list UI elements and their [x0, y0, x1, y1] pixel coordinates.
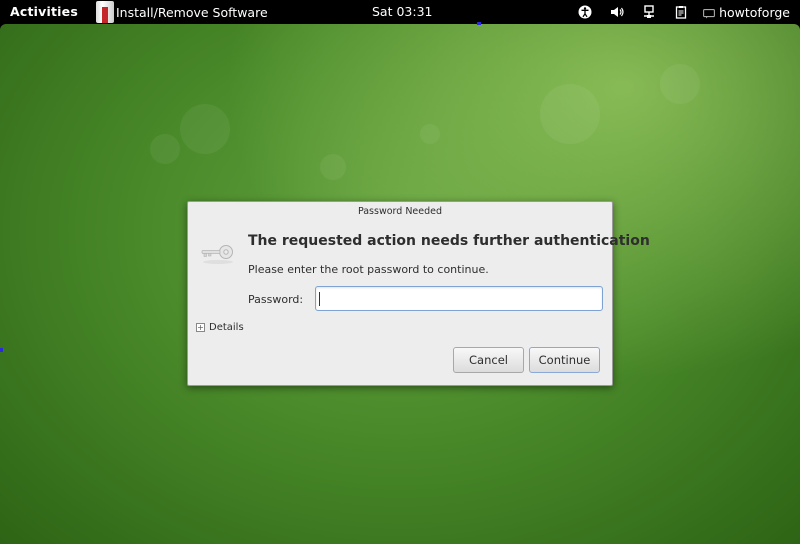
chat-icon — [703, 7, 716, 19]
details-expander[interactable]: + Details — [196, 322, 244, 333]
selection-marker — [0, 348, 3, 352]
password-dialog: Password Needed The requested action nee… — [187, 201, 650, 386]
continue-button[interactable]: Continue — [529, 347, 600, 373]
bokeh-light — [660, 64, 700, 104]
bokeh-light — [150, 134, 180, 164]
dialog-title: Password Needed — [357, 206, 443, 217]
app-name: Install/Remove Software — [116, 4, 268, 20]
volume-icon[interactable] — [609, 4, 625, 20]
bokeh-light — [420, 124, 440, 144]
status-area: howtoforge — [569, 0, 800, 24]
bokeh-light — [320, 154, 346, 180]
key-icon — [200, 242, 236, 266]
expand-plus-icon: + — [196, 323, 205, 332]
bokeh-light — [540, 84, 600, 144]
software-app-icon — [96, 1, 114, 23]
user-name: howtoforge — [719, 4, 790, 20]
activities-button[interactable]: Activities — [10, 4, 78, 19]
clock[interactable]: Sat 03:31 — [372, 4, 433, 19]
user-menu[interactable]: howtoforge — [703, 5, 790, 20]
cancel-button[interactable]: Cancel — [453, 347, 524, 373]
details-label: Details — [209, 322, 244, 333]
dialog-message: Please enter the root password to contin… — [248, 263, 489, 276]
bokeh-light — [180, 104, 230, 154]
text-cursor — [319, 292, 320, 306]
password-label: Password: — [248, 293, 304, 306]
dialog-heading: The requested action needs further authe… — [248, 233, 650, 249]
clipboard-icon[interactable] — [673, 4, 689, 20]
network-icon[interactable] — [641, 4, 657, 20]
app-menu[interactable]: Install/Remove Software — [96, 0, 268, 24]
password-input[interactable] — [315, 286, 603, 311]
accessibility-icon[interactable] — [577, 4, 593, 20]
top-bar: Activities Install/Remove Software Sat 0… — [0, 0, 800, 24]
selection-marker — [477, 22, 481, 25]
